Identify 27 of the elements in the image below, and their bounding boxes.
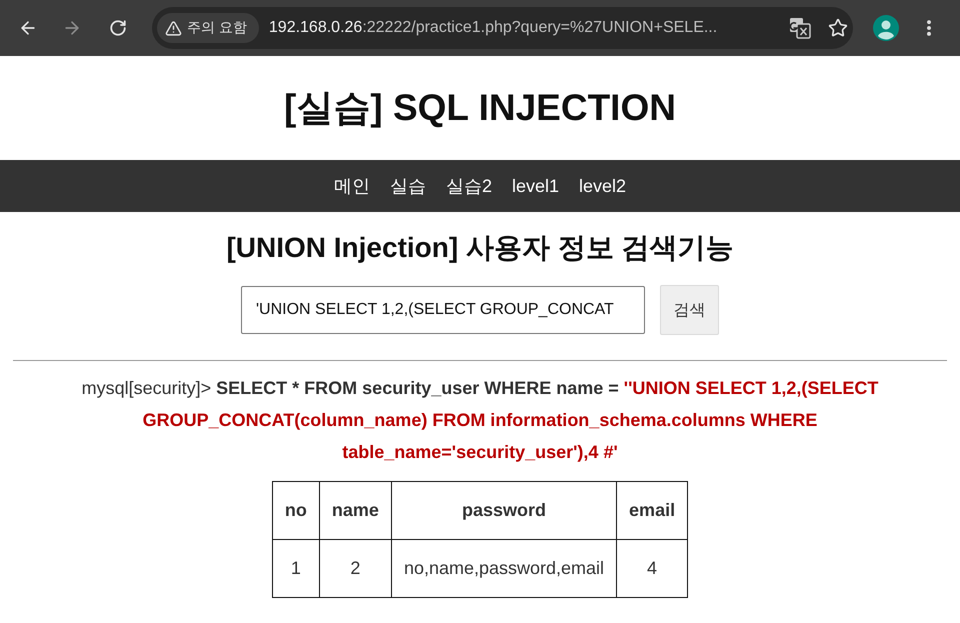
warning-icon	[165, 20, 182, 36]
table-cell: 4	[616, 540, 688, 598]
table-header-cell: password	[391, 482, 617, 540]
nav-link[interactable]: 실습	[380, 174, 436, 198]
address-bar[interactable]: 주의 요함 192.168.0.26:22222/practice1.php?query=%27UNION+SELE...	[152, 7, 853, 49]
security-warning-label: 주의 요함	[187, 19, 247, 37]
sql-query-text: mysql[security]> SELECT * FROM security_user WHERE name = ''UNION SELECT 1,2,(SELECT GROUP_CONCAT(column_name) FROM information_schema.columns WHERE table_name='security_user'),4 #'	[80, 377, 880, 464]
reload-icon	[109, 19, 127, 37]
nav-link[interactable]: 메인	[324, 174, 380, 198]
profile-avatar-icon[interactable]	[873, 15, 899, 41]
nav-link[interactable]: 실습2	[436, 174, 502, 198]
table-cell: no,name,password,email	[391, 540, 617, 598]
section-title: [UNION Injection] 사용자 정보 검색기능	[226, 231, 734, 265]
nav-link[interactable]: level2	[569, 176, 636, 196]
table-cell: 2	[319, 540, 392, 598]
url-text[interactable]: 192.168.0.26:22222/practice1.php?query=%27UNION+SELE...	[268, 19, 789, 37]
nav-link[interactable]: level1	[502, 176, 569, 196]
table-header-cell: name	[319, 482, 392, 540]
bookmark-star-icon[interactable]	[828, 18, 848, 38]
page-title: [실습] SQL INJECTION	[284, 86, 676, 130]
search-button[interactable]: 검색	[660, 285, 719, 335]
table-cell: 1	[272, 540, 320, 598]
translate-icon[interactable]	[789, 17, 811, 39]
table-header-cell: email	[616, 482, 688, 540]
table-header-cell: no	[272, 482, 320, 540]
security-warning-chip[interactable]: 주의 요함	[157, 13, 259, 43]
search-input[interactable]: 'UNION SELECT 1,2,(SELECT GROUP_CONCAT	[241, 286, 645, 334]
